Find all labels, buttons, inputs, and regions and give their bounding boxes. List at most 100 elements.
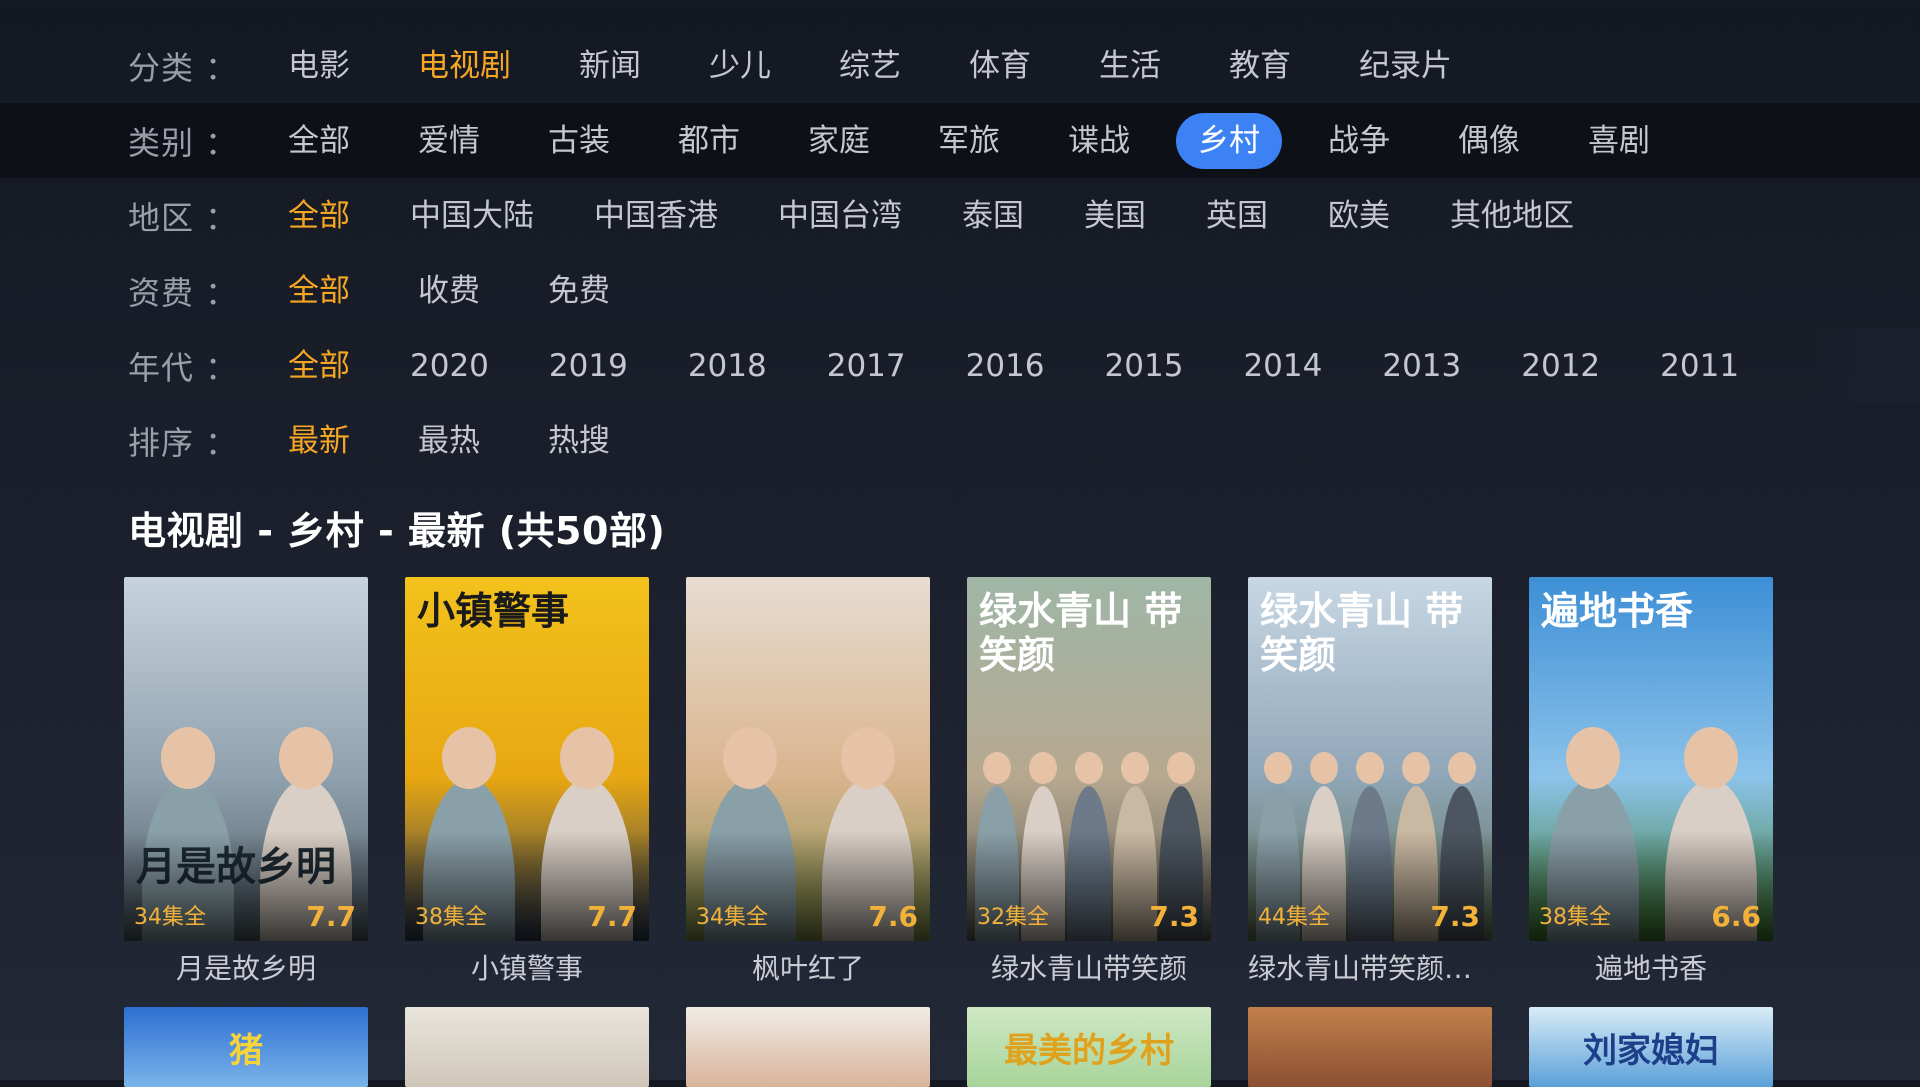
filter-options-year: 全部 2020 2019 2018 2017 2016 2015 2014 2013 2012 20… [288, 338, 1799, 394]
filter-option-sort-0[interactable]: 最新 [288, 413, 350, 469]
filter-option-genre-6[interactable]: 谍战 [1068, 113, 1130, 169]
poster-card[interactable]: 刘家媳妇 [1529, 1007, 1773, 1087]
filter-option-category-5[interactable]: 体育 [969, 38, 1031, 94]
poster-figure-head [1029, 752, 1057, 785]
filter-option-genre-2[interactable]: 古装 [548, 113, 610, 169]
filter-option-fee-1[interactable]: 收费 [418, 263, 480, 319]
poster-figure-head [1684, 727, 1738, 790]
poster-figure-head [1264, 752, 1292, 785]
filter-option-region-1[interactable]: 中国大陆 [410, 188, 534, 244]
filter-option-region-4[interactable]: 泰国 [962, 188, 1024, 244]
filter-row-genre: 类别 ： 全部 爱情 古装 都市 家庭 军旅 谍战 乡村 战争 偶像 喜剧 [0, 103, 1920, 178]
filter-option-region-7[interactable]: 欧美 [1328, 188, 1390, 244]
poster-card[interactable]: 遍地书香 38集全 6.6 遍地书香 [1529, 577, 1773, 987]
rating-score: 6.6 [1711, 900, 1761, 933]
filter-option-genre-0[interactable]: 全部 [288, 113, 350, 169]
poster-figure-head [1448, 752, 1476, 785]
filter-row-sort: 排序 ： 最新 最热 热搜 [0, 403, 1920, 478]
filter-option-category-6[interactable]: 生活 [1099, 38, 1161, 94]
filter-option-fee-2[interactable]: 免费 [548, 263, 610, 319]
filter-option-genre-7[interactable]: 乡村 [1176, 112, 1282, 169]
filter-option-year-4[interactable]: 2017 [827, 338, 906, 394]
filter-option-year-1[interactable]: 2020 [410, 338, 489, 394]
filter-row-region: 地区 ： 全部 中国大陆 中国香港 中国台湾 泰国 美国 英国 欧美 其他地区 [0, 178, 1920, 253]
filter-option-year-10[interactable]: 2011 [1660, 338, 1739, 394]
poster-card[interactable]: 34集全 7.6 枫叶红了 [686, 577, 930, 987]
filter-option-category-8[interactable]: 纪录片 [1359, 38, 1452, 94]
poster-figure-head [1310, 752, 1338, 785]
episode-count: 34集全 [134, 905, 206, 930]
poster-figure-head [161, 727, 215, 790]
poster-title-art: 遍地书香 [1541, 588, 1694, 633]
filter-option-year-7[interactable]: 2014 [1243, 338, 1322, 394]
poster-card[interactable]: 绿水青山 带笑颜 44集全 7.3 绿水青山带笑颜D... [1248, 577, 1492, 987]
poster-card-title: 绿水青山带笑颜D... [1248, 952, 1492, 985]
poster-card[interactable]: 绿水青山 带笑颜 32集全 7.3 绿水青山带笑颜 [967, 577, 1211, 987]
poster-card[interactable]: 小镇警事 38集全 7.7 小镇警事 [405, 577, 649, 987]
filter-label-year: 年代 ： [128, 348, 239, 387]
poster-card-title: 绿水青山带笑颜 [990, 952, 1187, 985]
poster-title-art: 小镇警事 [417, 588, 570, 633]
poster-card[interactable] [1248, 1007, 1492, 1087]
episode-count: 38集全 [415, 905, 487, 930]
poster-image: 遍地书香 38集全 6.6 [1529, 577, 1773, 941]
filter-option-sort-2[interactable]: 热搜 [548, 413, 610, 469]
filter-label-category: 分类 ： [128, 48, 239, 87]
filter-option-region-8[interactable]: 其他地区 [1450, 188, 1574, 244]
poster-card-title: 小镇警事 [470, 952, 583, 985]
filter-option-year-2[interactable]: 2019 [549, 338, 628, 394]
filter-option-genre-4[interactable]: 家庭 [808, 113, 870, 169]
filter-option-year-9[interactable]: 2012 [1521, 338, 1600, 394]
filter-options-category: 电影 电视剧 新闻 少儿 综艺 体育 生活 教育 纪录片 [288, 38, 1520, 94]
poster-card[interactable]: 月是故乡明34集全7.7 月是故乡明 [124, 577, 368, 987]
rating-score: 7.6 [868, 900, 918, 933]
poster-title-art: 绿水青山 带笑颜 [979, 588, 1183, 677]
filter-option-sort-1[interactable]: 最热 [418, 413, 480, 469]
filter-option-year-5[interactable]: 2016 [966, 338, 1045, 394]
filter-panel: 分类 ： 电影 电视剧 新闻 少儿 综艺 体育 生活 教育 纪录片 类别 ： 全部 爱情 古装 都市 家庭 军旅… [0, 28, 1920, 478]
rating-score: 7.3 [1149, 900, 1199, 933]
filter-option-fee-0[interactable]: 全部 [288, 263, 350, 319]
filter-option-year-3[interactable]: 2018 [688, 338, 767, 394]
filter-option-year-0[interactable]: 全部 [288, 338, 350, 394]
poster-image [1248, 1007, 1492, 1087]
poster-figure-head [560, 727, 614, 790]
poster-title-art: 最美的乡村 [1004, 1031, 1174, 1071]
poster-image [686, 1007, 930, 1087]
filter-option-region-2[interactable]: 中国香港 [594, 188, 718, 244]
filter-option-genre-3[interactable]: 都市 [678, 113, 740, 169]
poster-card-title: 月是故乡明 [175, 952, 316, 985]
poster-card[interactable] [405, 1007, 649, 1087]
poster-card-title: 枫叶红了 [751, 952, 864, 985]
rating-score: 7.7 [587, 900, 637, 933]
poster-card[interactable] [686, 1007, 930, 1087]
poster-card[interactable]: 最美的乡村 [967, 1007, 1211, 1087]
filter-option-genre-8[interactable]: 战争 [1328, 113, 1390, 169]
filter-option-region-5[interactable]: 美国 [1084, 188, 1146, 244]
poster-image: 月是故乡明34集全7.7 [124, 577, 368, 941]
filter-option-category-0[interactable]: 电影 [288, 38, 350, 94]
filter-option-category-2[interactable]: 新闻 [579, 38, 641, 94]
filter-options-sort: 最新 最热 热搜 [288, 413, 678, 469]
poster-image: 猪 [124, 1007, 368, 1087]
filter-option-genre-10[interactable]: 喜剧 [1588, 113, 1650, 169]
filter-option-year-8[interactable]: 2013 [1382, 338, 1461, 394]
episode-count: 44集全 [1258, 905, 1330, 930]
filter-option-category-4[interactable]: 综艺 [839, 38, 901, 94]
poster-image: 刘家媳妇 [1529, 1007, 1773, 1087]
filter-row-fee: 资费 ： 全部 收费 免费 [0, 253, 1920, 328]
filter-label-sort: 排序 ： [128, 423, 239, 462]
filter-option-category-3[interactable]: 少儿 [709, 38, 771, 94]
filter-option-region-6[interactable]: 英国 [1206, 188, 1268, 244]
filter-option-genre-1[interactable]: 爱情 [418, 113, 480, 169]
filter-option-category-1[interactable]: 电视剧 [418, 38, 511, 94]
filter-option-category-7[interactable]: 教育 [1229, 38, 1291, 94]
poster-card[interactable]: 猪 [124, 1007, 368, 1087]
filter-option-year-6[interactable]: 2015 [1105, 338, 1184, 394]
filter-option-region-3[interactable]: 中国台湾 [778, 188, 902, 244]
filter-option-genre-9[interactable]: 偶像 [1458, 113, 1520, 169]
episode-count: 38集全 [1539, 905, 1611, 930]
filter-option-genre-5[interactable]: 军旅 [938, 113, 1000, 169]
filter-options-fee: 全部 收费 免费 [288, 263, 678, 319]
filter-option-region-0[interactable]: 全部 [288, 188, 350, 244]
